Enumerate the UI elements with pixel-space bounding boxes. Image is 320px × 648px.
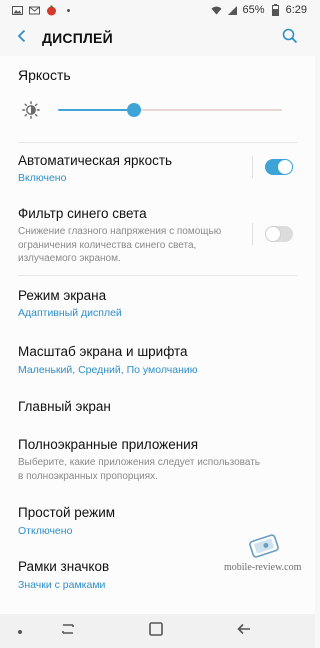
brightness-slider[interactable] (58, 102, 282, 118)
watermark-text: mobile-review.com (224, 562, 302, 573)
dot-icon (17, 622, 23, 640)
page-title: ДИСПЛЕЙ (42, 30, 113, 46)
item-title: Автоматическая яркость (18, 153, 173, 168)
nav-dot-button[interactable] (10, 622, 30, 640)
item-title: Режим экрана (18, 288, 107, 303)
list-item-blue-light-filter[interactable]: Фильтр синего света Снижение глазного на… (0, 192, 315, 275)
item-subtitle: Значки с рамками (18, 579, 106, 591)
item-subtitle: Отключено (18, 525, 73, 537)
back-arrow-icon (236, 621, 252, 642)
list-item-screen-zoom-font[interactable]: Масштаб экрана и шрифта Маленький, Средн… (0, 331, 315, 383)
toggle-knob (265, 226, 281, 242)
mail-notification-icon (29, 5, 40, 16)
blue-light-filter-toggle[interactable] (265, 226, 293, 242)
list-item-auto-brightness[interactable]: Автоматическая яркость Включено (0, 142, 315, 192)
more-notifications-icon (63, 5, 74, 16)
list-item-home-screen[interactable]: Главный экран (0, 383, 315, 428)
list-item-fullscreen-apps[interactable]: Полноэкранные приложения Выберите, какие… (0, 428, 315, 497)
item-title: Фильтр синего света (18, 206, 147, 221)
signal-icon (227, 5, 238, 16)
item-title: Полноэкранные приложения (18, 437, 199, 452)
recent-apps-icon (60, 621, 76, 642)
app-bar: ДИСПЛЕЙ (0, 22, 315, 54)
item-title: Главный экран (18, 399, 111, 414)
vertical-separator (252, 156, 253, 178)
navigation-bar (0, 614, 315, 648)
search-button[interactable] (279, 27, 301, 49)
wifi-icon (211, 5, 222, 16)
home-square-icon (148, 621, 164, 642)
recent-apps-button[interactable] (58, 622, 78, 640)
item-description: Снижение глазного напряжения с помощью о… (18, 226, 222, 264)
vertical-separator (252, 223, 253, 245)
clock: 6:29 (285, 4, 307, 16)
status-bar: 65% 6:29 (0, 0, 315, 20)
brightness-section: Яркость (0, 56, 315, 142)
home-button[interactable] (146, 621, 166, 642)
item-title: Рамки значков (18, 559, 110, 574)
battery-percent: 65% (242, 4, 265, 16)
app-notification-icon (46, 5, 57, 16)
chevron-left-icon (16, 29, 28, 48)
toggle-knob (277, 159, 293, 175)
display-settings-screen: 65% 6:29 ДИСПЛЕЙ Яркость Автоматическая … (0, 0, 315, 648)
slider-thumb[interactable] (127, 103, 142, 117)
item-title: Простой режим (18, 505, 116, 520)
item-subtitle: Адаптивный дисплей (18, 307, 122, 319)
item-description: Выберите, какие приложения следует испол… (18, 457, 260, 482)
status-right-icons: 65% 6:29 (211, 4, 307, 16)
back-nav-button[interactable] (234, 622, 254, 640)
item-subtitle: Включено (18, 172, 67, 184)
item-title: Масштаб экрана и шрифта (18, 344, 188, 359)
auto-brightness-toggle[interactable] (265, 159, 293, 175)
back-button[interactable] (12, 28, 32, 48)
status-left-icons (12, 5, 74, 16)
list-item-screen-mode[interactable]: Режим экрана Адаптивный дисплей (0, 275, 315, 331)
brightness-sun-icon (22, 101, 40, 119)
slider-fill (58, 109, 135, 111)
item-subtitle: Маленький, Средний, По умолчанию (18, 364, 198, 376)
brightness-label: Яркость (18, 67, 71, 83)
gallery-notification-icon (12, 5, 23, 16)
battery-icon (270, 4, 281, 16)
search-icon (282, 28, 298, 49)
